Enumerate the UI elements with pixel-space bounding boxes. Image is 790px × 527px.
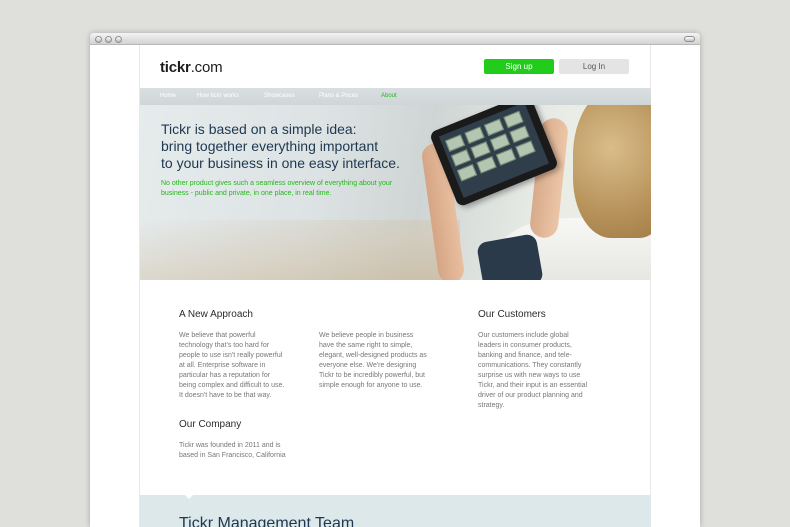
hero-person-legs (476, 233, 544, 280)
tablet-tile (495, 148, 517, 166)
tablet-tile (456, 164, 478, 182)
tablet-tile (476, 156, 497, 174)
browser-window: tickr.com Sign up Log In Home How tickr … (90, 33, 700, 527)
hero-subtitle: No other product gives such a seamless o… (161, 179, 421, 199)
customers-line: surprise us with new ways to use (478, 372, 581, 379)
company-line: Tickr was founded in 2011 and is (179, 442, 281, 449)
signup-button[interactable]: Sign up (484, 59, 554, 74)
tablet-tile (464, 126, 485, 144)
customers-line: driver of our product planning and (478, 392, 583, 399)
beliefs-line: everyone else. We're designing (319, 362, 417, 369)
beliefs-line: simple enough for anyone to use. (319, 382, 423, 389)
site-logo[interactable]: tickr.com (160, 59, 223, 76)
tablet-tile (444, 134, 466, 152)
approach-line: We believe that powerful (179, 332, 256, 339)
customers-line: strategy. (478, 402, 505, 409)
tablet-tile (489, 133, 511, 151)
tablet-tile (483, 118, 505, 137)
hero-subtitle-line: No other product gives such a seamless o… (161, 180, 393, 187)
hero-title: Tickr is based on a simple idea: bring t… (161, 121, 431, 172)
customers-line: leaders in consumer products, (478, 342, 572, 349)
nav-item-showcases[interactable]: Showcases (264, 93, 295, 99)
toolbar-toggle-icon[interactable] (684, 36, 695, 42)
customers-line: banking and finance, and tele- (478, 352, 572, 359)
tablet-tile (515, 140, 536, 158)
customers-line: Our customers include global (478, 332, 569, 339)
tablet-tile (470, 141, 491, 159)
approach-line: at all. Enterprise software in (179, 362, 266, 369)
hero-title-line: to your business in one easy interface. (161, 155, 400, 171)
approach-line: It doesn't have to be that way. (179, 392, 272, 399)
customers-text: Our customers include global leaders in … (478, 331, 608, 411)
tablet-tile (509, 125, 530, 144)
tablet-tile (503, 110, 524, 129)
web-page: tickr.com Sign up Log In Home How tickr … (139, 45, 651, 527)
nav-item-about[interactable]: About (381, 93, 397, 99)
minimize-window-icon[interactable] (105, 36, 112, 43)
login-button[interactable]: Log In (559, 59, 629, 74)
hero-title-line: bring together everything important (161, 138, 379, 154)
hero-banner: Home How tickr works Showcases Plans & P… (140, 88, 651, 280)
close-window-icon[interactable] (95, 36, 102, 43)
customers-line: Tickr, and their input is an essential (478, 382, 588, 389)
hero-subtitle-line: business - public and private, in one pl… (161, 190, 332, 197)
customers-line: communications. They constantly (478, 362, 582, 369)
approach-heading: A New Approach (179, 309, 253, 320)
main-nav: Home How tickr works Showcases Plans & P… (140, 88, 651, 105)
beliefs-line: Tickr to be incredibly powerful, but (319, 372, 425, 379)
team-heading: Tickr Management Team (179, 515, 355, 527)
company-line: based in San Francisco, California (179, 452, 286, 459)
beliefs-line: have the same right to simple, (319, 342, 413, 349)
team-notch-icon (184, 494, 194, 499)
approach-line: being complex and difficult to use. (179, 382, 285, 389)
company-text: Tickr was founded in 2011 and is based i… (179, 441, 319, 461)
tablet-screen (438, 102, 550, 198)
team-section: Tickr Management Team (140, 494, 651, 527)
hero-floor-shade (140, 220, 460, 280)
tablet-tile (450, 149, 472, 167)
company-heading: Our Company (179, 419, 242, 430)
hero-person-hair (573, 88, 651, 238)
logo-domain-text: .com (190, 59, 223, 76)
beliefs-line: We believe people in business (319, 332, 414, 339)
hero-title-line: Tickr is based on a simple idea: (161, 121, 357, 137)
zoom-window-icon[interactable] (115, 36, 122, 43)
customers-heading: Our Customers (478, 309, 546, 320)
approach-line: people to use isn't really powerful (179, 352, 283, 359)
logo-bold-text: tickr (160, 59, 191, 76)
beliefs-line: elegant, well-designed products as (319, 352, 427, 359)
browser-titlebar (90, 33, 700, 45)
approach-line: technology that's too hard for (179, 342, 270, 349)
nav-item-plans-prices[interactable]: Plans & Prices (319, 93, 358, 99)
nav-item-how-tickr-works[interactable]: How tickr works (197, 93, 239, 99)
approach-line: particular has a reputation for (179, 372, 271, 379)
nav-item-home[interactable]: Home (160, 93, 176, 99)
approach-text: We believe that powerful technology that… (179, 331, 309, 401)
beliefs-text: We believe people in business have the s… (319, 331, 449, 391)
